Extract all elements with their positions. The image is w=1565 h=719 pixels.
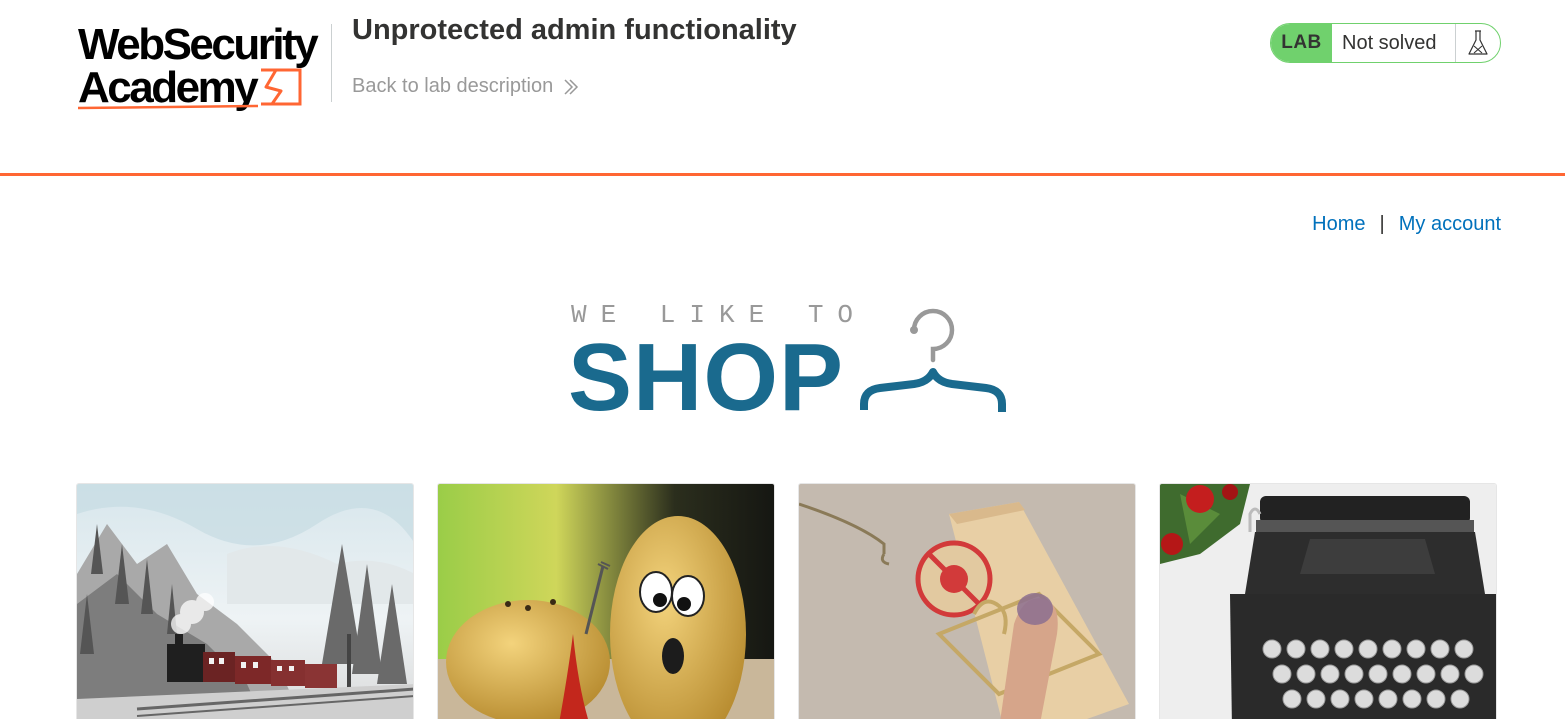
product-card[interactable] bbox=[1159, 483, 1497, 719]
my-account-link[interactable]: My account bbox=[1399, 213, 1501, 236]
lab-status-text: Not solved bbox=[1342, 31, 1437, 54]
product-card[interactable] bbox=[437, 483, 775, 719]
flask-icon[interactable] bbox=[1455, 24, 1500, 62]
product-grid bbox=[76, 483, 1498, 719]
header-divider bbox=[331, 24, 332, 102]
web-security-academy-logo[interactable]: WebSecurity Academy bbox=[78, 20, 330, 112]
lab-status-widget: LAB Not solved bbox=[1270, 23, 1501, 63]
product-card[interactable] bbox=[798, 483, 1136, 719]
product-image-potatoes bbox=[438, 484, 774, 719]
home-link[interactable]: Home bbox=[1312, 213, 1365, 236]
lab-badge: LAB bbox=[1271, 24, 1332, 62]
top-navigation: Home | My account bbox=[1312, 213, 1501, 236]
product-image-typewriter bbox=[1160, 484, 1496, 719]
nav-separator: | bbox=[1379, 213, 1385, 235]
back-to-lab-description-link[interactable]: Back to lab description bbox=[352, 75, 579, 98]
double-chevron-right-icon bbox=[564, 78, 579, 95]
shop-banner: WE LIKE TO SHOP bbox=[568, 300, 1013, 426]
banner-title: SHOP bbox=[568, 324, 845, 431]
back-link-label: Back to lab description bbox=[352, 75, 554, 97]
academy-header: WebSecurity Academy Unprotected admin fu… bbox=[0, 0, 1565, 176]
lab-title: Unprotected admin functionality bbox=[352, 14, 797, 46]
product-card[interactable] bbox=[76, 483, 414, 719]
coat-hanger-icon bbox=[860, 308, 1006, 412]
product-image-mousetrap bbox=[799, 484, 1135, 719]
logo-mark-icon bbox=[78, 68, 302, 110]
product-image-steam-train bbox=[77, 484, 413, 719]
